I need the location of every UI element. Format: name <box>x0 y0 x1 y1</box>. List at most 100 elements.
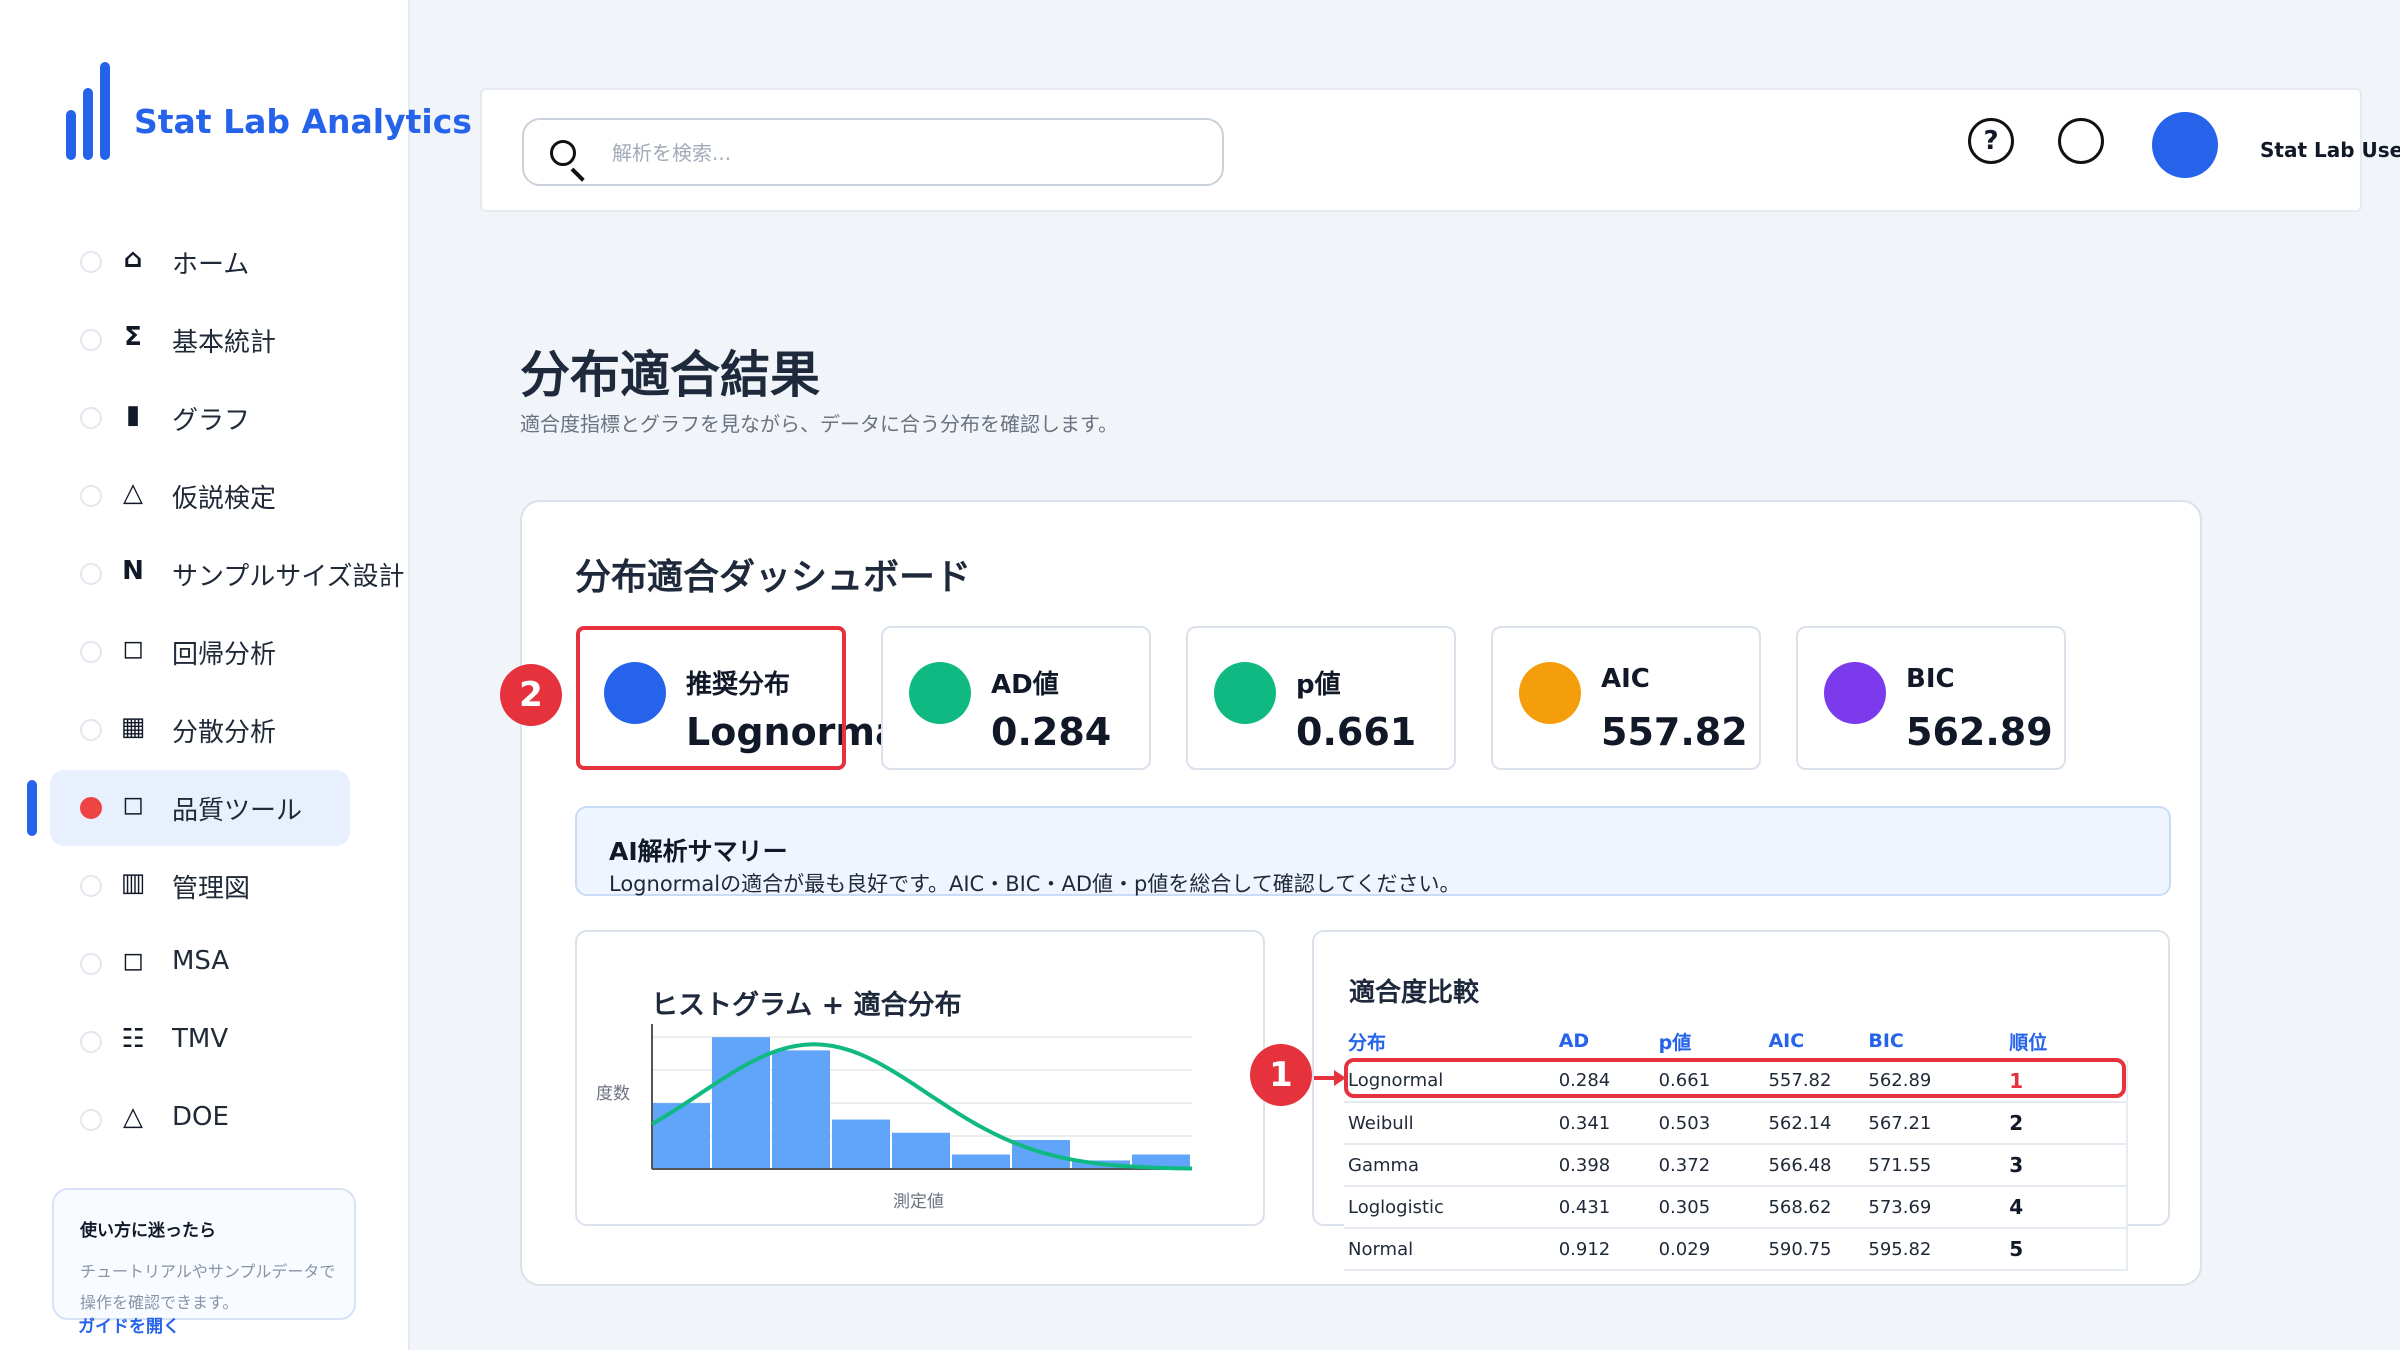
avatar[interactable] <box>2152 112 2218 178</box>
sidebar-item-label: 回帰分析 <box>172 640 277 670</box>
row-highlight-box <box>1344 1058 2126 1098</box>
ai-summary-title: AI解析サマリー <box>609 837 788 866</box>
kpi-color-dot <box>1519 662 1581 724</box>
sidebar-item[interactable]: ☷ TMV <box>50 1004 350 1080</box>
table-cell: 0.029 <box>1654 1228 1765 1271</box>
sidebar-item[interactable]: △ DOE <box>50 1082 350 1158</box>
sidebar-item-label: ホーム <box>172 250 250 280</box>
table-cell: 568.62 <box>1764 1186 1865 1229</box>
top-header: ? Stat Lab User <box>480 88 2400 212</box>
kpi-highlight-box <box>576 626 846 770</box>
x-axis-label: 測定値 <box>893 1192 944 1212</box>
kpi-card: p値 0.661 <box>1186 626 1456 770</box>
table-cell: 566.48 <box>1764 1144 1865 1187</box>
table-row[interactable]: Loglogistic 0.431 0.305 568.62 573.69 4 <box>1344 1186 2128 1229</box>
kpi-value: 0.284 <box>991 710 1112 754</box>
table-row[interactable]: Weibull 0.341 0.503 562.14 567.21 2 <box>1344 1102 2128 1145</box>
help-title: 使い方に迷ったら <box>80 1221 216 1241</box>
sidebar-item-label: 仮説検定 <box>172 484 277 514</box>
sidebar-item[interactable]: ◻ MSA <box>50 926 350 1002</box>
histogram-bar <box>892 1132 950 1169</box>
guide-link[interactable]: ガイドを開く <box>78 1312 180 1337</box>
status-dot <box>80 875 102 897</box>
kpi-card: AIC 557.82 <box>1491 626 1761 770</box>
status-dot <box>80 407 102 429</box>
kpi-value: 562.89 <box>1906 710 2053 754</box>
kpi-color-dot <box>909 662 971 724</box>
status-dot <box>80 797 102 819</box>
nav-icon: ◻ <box>122 634 144 664</box>
nav-icon: N <box>122 556 144 586</box>
table-cell: 0.912 <box>1554 1228 1655 1271</box>
nav-icon: ◻ <box>122 946 144 976</box>
status-dot <box>80 953 102 975</box>
sidebar-item[interactable]: △ 仮説検定 <box>50 458 350 534</box>
sidebar-item-label: 基本統計 <box>172 328 277 358</box>
table-cell: Weibull <box>1344 1102 1555 1145</box>
histogram-bar <box>832 1119 890 1169</box>
table-cell: 3 <box>2005 1144 2128 1187</box>
column-header[interactable]: BIC <box>1864 1022 2005 1060</box>
sidebar-item-label: DOE <box>172 1102 229 1132</box>
page-title: 分布適合結果 <box>520 346 820 404</box>
status-dot <box>80 1109 102 1131</box>
sidebar-item-label: グラフ <box>172 406 251 436</box>
sidebar-item[interactable]: N サンプルサイズ設計 <box>50 536 404 612</box>
histogram-bar <box>652 1103 710 1169</box>
table-cell: 0.503 <box>1654 1102 1765 1145</box>
sidebar-item[interactable]: ◻ 回帰分析 <box>50 614 350 690</box>
logo-bars-icon <box>66 62 110 160</box>
table-header-row: 分布 AD p値 AIC BIC 順位 <box>1344 1022 2127 1060</box>
table-cell: 0.305 <box>1654 1186 1765 1229</box>
search-input[interactable] <box>612 134 1192 172</box>
status-dot <box>80 485 102 507</box>
sidebar: Stat Lab Analytics ⌂ ホーム Σ 基本統計 ▮ グラフ △ 仮説検定 N サン… <box>0 0 472 1350</box>
table-row[interactable]: Gamma 0.398 0.372 566.48 571.55 3 <box>1344 1144 2128 1187</box>
ai-summary: AI解析サマリー Lognormalの適合が最も良好です。AIC・BIC・AD値… <box>575 806 2171 896</box>
histogram-chart: 度数 測定値 <box>596 1024 1193 1212</box>
sidebar-item-label: 分散分析 <box>172 718 277 748</box>
sidebar-item[interactable]: Σ 基本統計 <box>50 302 350 378</box>
status-dot <box>80 719 102 741</box>
brand-name: Stat Lab Analytics <box>134 102 472 141</box>
arrow-icon <box>1314 1070 1346 1086</box>
table-cell: 4 <box>2005 1186 2128 1229</box>
table-cell: 2 <box>2005 1102 2128 1145</box>
kpi-label: BIC <box>1906 664 1955 694</box>
sidebar-item[interactable]: ▮ グラフ <box>50 380 350 456</box>
nav-icon: ▮ <box>125 400 141 430</box>
sidebar-item[interactable]: ◻ 品質ツール <box>50 770 350 846</box>
table-cell: Normal <box>1344 1228 1555 1271</box>
column-header[interactable]: AD <box>1555 1022 1655 1060</box>
column-header[interactable]: 分布 <box>1344 1022 1555 1060</box>
status-dot <box>80 251 102 273</box>
table-cell: 562.14 <box>1764 1102 1865 1145</box>
nav-icon: △ <box>123 478 143 508</box>
nav-icon: Σ <box>124 322 142 352</box>
sidebar-item[interactable]: ⌂ ホーム <box>50 224 350 300</box>
notification-icon[interactable] <box>2058 118 2104 164</box>
search-box[interactable] <box>522 118 1224 186</box>
ai-summary-text: Lognormalの適合が最も良好です。AIC・BIC・AD値・p値を総合して確… <box>609 872 1461 896</box>
help-icon[interactable]: ? <box>1968 118 2014 164</box>
nav-icon: △ <box>123 1102 143 1132</box>
sidebar-item[interactable]: ▥ 管理図 <box>50 848 350 924</box>
kpi-value: 557.82 <box>1601 710 1748 754</box>
column-header[interactable]: 順位 <box>2005 1022 2127 1060</box>
table-cell: 590.75 <box>1764 1228 1865 1271</box>
status-dot <box>80 641 102 663</box>
nav-icon: ▦ <box>120 712 146 742</box>
table-row[interactable]: Normal 0.912 0.029 590.75 595.82 5 <box>1344 1228 2128 1271</box>
help-body: チュートリアルやサンプルデータで操作を確認できます。 <box>80 1262 336 1312</box>
kpi-label: AD値 <box>991 670 1059 700</box>
user-name[interactable]: Stat Lab User <box>2260 138 2400 162</box>
column-header[interactable]: p値 <box>1655 1022 1765 1060</box>
page-subtitle: 適合度指標とグラフを見ながら、データに合う分布を確認します。 <box>520 412 1118 436</box>
annotation-badge-1: 1 <box>1250 1044 1312 1106</box>
kpi-label: p値 <box>1296 670 1341 700</box>
column-header[interactable]: AIC <box>1764 1022 1864 1060</box>
histogram-bar <box>772 1050 830 1169</box>
sidebar-item-label: MSA <box>172 946 230 976</box>
sidebar-item[interactable]: ▦ 分散分析 <box>50 692 350 768</box>
nav-icon: ◻ <box>122 790 144 820</box>
